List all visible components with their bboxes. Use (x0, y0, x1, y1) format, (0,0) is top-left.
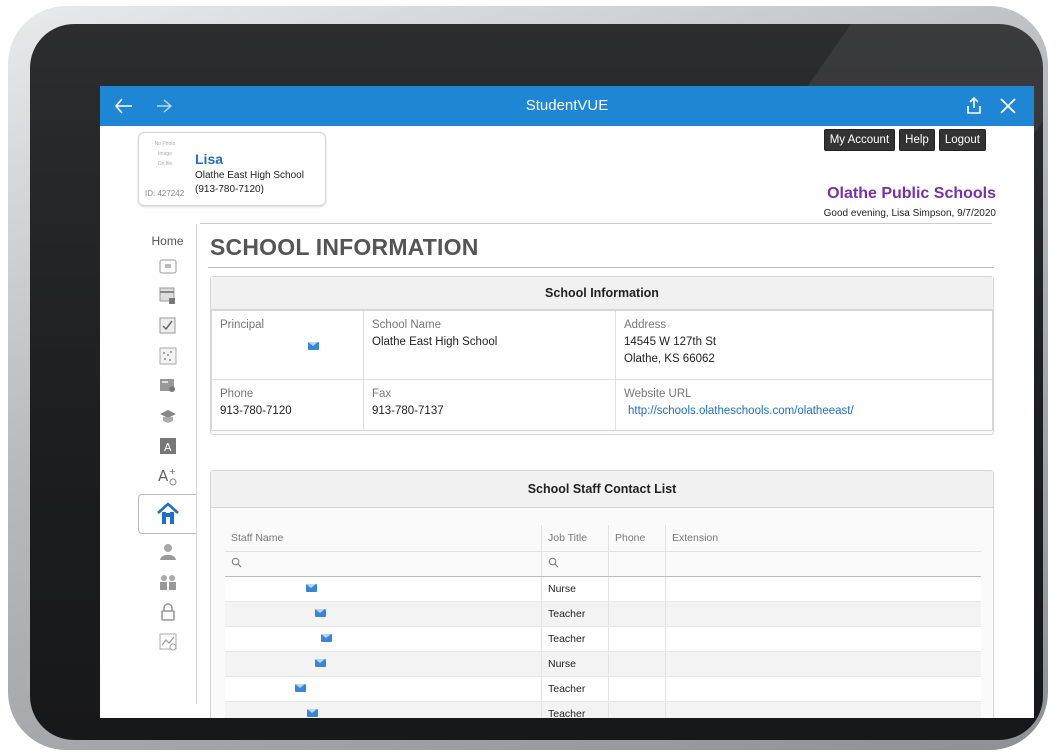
fax-cell: Fax 913-780-7137 (364, 380, 616, 430)
school-info-heading: School Information (211, 277, 993, 310)
school-name-cell: School Name Olathe East High School (364, 311, 616, 380)
staff-contact-heading: School Staff Contact List (211, 471, 993, 508)
table-row: Teacher (225, 601, 981, 627)
share-icon[interactable] (960, 92, 988, 120)
svg-text:A: A (158, 467, 169, 485)
job-title-cell: Nurse (541, 576, 609, 602)
student-phone: (913-780-7120) (195, 184, 264, 195)
table-row: Teacher (225, 676, 981, 702)
sidebar-home-label[interactable]: Home (140, 234, 195, 248)
fax-value: 913-780-7137 (372, 405, 444, 417)
student-name: Lisa (195, 151, 224, 167)
email-icon[interactable] (307, 709, 318, 717)
column-job-title[interactable]: Job Title (541, 525, 609, 552)
district-name: Olathe Public Schools (827, 185, 996, 202)
job-title-filter[interactable] (541, 551, 609, 577)
table-row: Nurse (225, 576, 981, 602)
svg-text:+: + (169, 467, 176, 476)
photo-text-1: No Photo (154, 141, 176, 147)
photo-text-3: On file (157, 161, 173, 167)
school-info-panel: School Information Principal School Name… (210, 276, 994, 435)
column-extension[interactable]: Extension (665, 525, 981, 552)
sidebar-nav: Home A A + (138, 224, 197, 654)
lock-icon[interactable] (156, 600, 180, 624)
staff-contact-table: Staff Name Job Title Phone Extension Nur… (225, 525, 981, 718)
app-screen: StudentVUE No Photo Image On file ID: 42… (100, 86, 1034, 718)
page-title: SCHOOL INFORMATION (210, 234, 479, 260)
email-icon[interactable] (321, 634, 332, 642)
email-icon[interactable] (306, 584, 317, 592)
title-divider (208, 267, 994, 268)
staff-name-filter[interactable] (225, 551, 542, 577)
job-title-cell: Teacher (541, 626, 609, 652)
school-name-value: Olathe East High School (372, 336, 498, 348)
principal-label: Principal (220, 319, 265, 331)
email-icon[interactable] (315, 609, 326, 617)
logout-button[interactable]: Logout (938, 129, 986, 151)
sidebar-border (196, 224, 197, 704)
filter-row (225, 551, 981, 577)
class-schedule-icon[interactable] (156, 344, 180, 368)
table-row: Nurse (225, 651, 981, 677)
phone-filter (608, 551, 666, 577)
address-cell: Address 14545 W 127th St Olathe, KS 6606… (616, 311, 992, 380)
student-info-icon[interactable] (156, 540, 180, 564)
address-label: Address (624, 319, 667, 331)
analytics-icon[interactable] (156, 630, 180, 654)
extension-filter (665, 551, 981, 577)
email-icon[interactable] (315, 659, 326, 667)
tablet-bezel: StudentVUE No Photo Image On file ID: 42… (30, 24, 1043, 740)
app-title: StudentVUE (525, 97, 609, 114)
school-info-icon[interactable] (138, 494, 197, 534)
photo-text-2: Image (158, 151, 172, 157)
email-icon[interactable] (308, 342, 319, 350)
main-content: SCHOOL INFORMATION School Information Pr… (208, 224, 994, 718)
account-buttons: My Account Help Logout (823, 129, 986, 151)
svg-text:A: A (164, 441, 172, 454)
job-title-cell: Teacher (541, 701, 609, 718)
table-row: Teacher (225, 626, 981, 652)
test-scores-icon[interactable]: A (156, 434, 180, 458)
course-history-icon[interactable] (156, 404, 180, 428)
job-title-cell: Teacher (541, 601, 609, 627)
column-staff-name[interactable]: Staff Name (225, 525, 542, 552)
fax-label: Fax (372, 388, 392, 400)
job-title-cell: Nurse (541, 651, 609, 677)
search-icon (548, 557, 559, 568)
greeting-text: Good evening, Lisa Simpson, 9/7/2020 (823, 208, 996, 219)
principal-cell: Principal (212, 311, 364, 380)
calendar-icon[interactable] (156, 254, 180, 278)
school-info-grid: Principal School Name Olathe East High S… (211, 310, 993, 431)
school-name-label: School Name (372, 319, 442, 331)
search-icon (231, 557, 242, 568)
attendance-check-icon[interactable] (156, 314, 180, 338)
website-cell: Website URL http://schools.olatheschools… (616, 380, 992, 430)
report-card-icon[interactable] (156, 374, 180, 398)
tablet-frame: StudentVUE No Photo Image On file ID: 42… (8, 6, 1048, 750)
phone-label: Phone (220, 388, 254, 400)
address-line-2: Olathe, KS 66062 (624, 353, 715, 365)
staff-contact-panel: School Staff Contact List Staff Name Job… (210, 470, 994, 718)
gradebook-icon[interactable] (156, 284, 180, 308)
course-request-icon[interactable]: A + (156, 464, 180, 488)
close-icon[interactable] (994, 92, 1022, 120)
student-id: ID: 427242 (145, 189, 185, 198)
contacts-icon[interactable] (156, 570, 180, 594)
help-button[interactable]: Help (899, 129, 935, 151)
my-account-button[interactable]: My Account (823, 129, 896, 151)
job-title-cell: Teacher (541, 676, 609, 702)
address-line-1: 14545 W 127th St (624, 336, 717, 348)
website-link[interactable]: http://schools.olatheschools.com/olathee… (624, 403, 984, 420)
title-bar: StudentVUE (100, 86, 1034, 126)
table-row: Teacher (225, 701, 981, 718)
column-phone[interactable]: Phone (608, 525, 666, 552)
student-school: Olathe East High School (195, 170, 304, 181)
phone-value: 913-780-7120 (220, 405, 292, 417)
website-label: Website URL (624, 388, 692, 400)
phone-cell: Phone 913-780-7120 (212, 380, 364, 430)
email-icon[interactable] (295, 684, 306, 692)
student-profile-card[interactable]: No Photo Image On file ID: 427242 Lisa O… (138, 132, 326, 206)
